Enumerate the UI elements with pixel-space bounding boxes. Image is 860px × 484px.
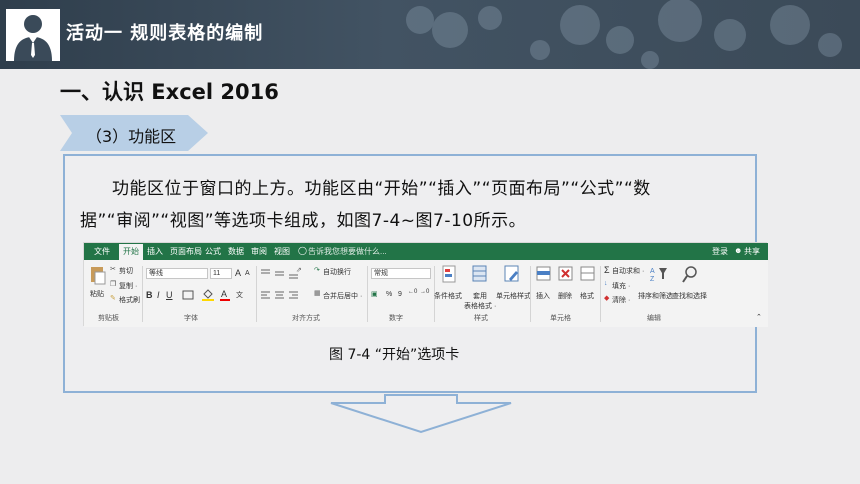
fill-color-icon: [202, 289, 214, 301]
ribbon-tab-bar: 文件 开始 插入 页面布局 公式 数据 审阅 视图 ◯ 告诉我您想要做什么...…: [84, 243, 768, 261]
world-map-decoration: [406, 0, 842, 69]
conditional-format-icon: [442, 265, 456, 283]
format-cells-icon: [580, 266, 595, 281]
ribbon-share: 共享: [744, 247, 760, 256]
merge-label: 合并后居中 ·: [323, 293, 363, 300]
merge-icon: ▦: [314, 290, 321, 297]
format-cells-label: 格式: [580, 293, 594, 300]
ribbon-tab-file: 文件: [94, 247, 110, 256]
format-table-label-2: 表格格式 ·: [464, 303, 497, 310]
ribbon-login: 登录: [712, 247, 728, 256]
borders-icon: [182, 290, 194, 300]
wrap-text-icon: ↷: [314, 267, 320, 274]
cell-styles-label: 单元格样式: [496, 293, 531, 300]
separator: [367, 266, 368, 322]
format-painter-icon: ✎: [110, 295, 116, 302]
ribbon-tab-insert: 插入: [147, 247, 163, 256]
sort-filter-label: 排序和筛选: [638, 293, 673, 300]
increase-decimal-icon: ←0: [408, 289, 418, 295]
conditional-format-label: 条件格式: [434, 293, 462, 300]
svg-text:Z: Z: [650, 276, 655, 283]
collapse-ribbon-icon: ⌃: [756, 314, 762, 321]
excel-ribbon-image: 文件 开始 插入 页面布局 公式 数据 审阅 视图 ◯ 告诉我您想要做什么...…: [83, 242, 768, 327]
orientation-icon: ⇗: [296, 267, 302, 274]
top-align-icons: [261, 269, 298, 279]
find-select-label: 查找和选择: [672, 293, 707, 300]
ribbon-tab-view: 视图: [274, 247, 290, 256]
paste-label: 粘贴: [90, 291, 104, 298]
section-title: 一、认识 Excel 2016: [60, 80, 279, 104]
comma-button: 9: [398, 291, 402, 298]
svg-text:A: A: [221, 289, 227, 299]
insert-cells-icon: [536, 266, 551, 281]
ribbon-body: 粘贴 ✂ 剪切 ❐ 复制 · ✎ 格式刷 剪贴板 等线 11 A A B I U…: [84, 260, 768, 327]
ribbon-tab-home: 开始: [119, 244, 143, 261]
insert-cells-label: 插入: [536, 293, 550, 300]
format-table-label: 套用: [473, 293, 487, 300]
clear-label: 清除 ·: [612, 297, 631, 304]
group-font: 字体: [184, 315, 198, 322]
user-avatar-icon: [6, 9, 60, 61]
scissors-icon: ✂: [110, 266, 116, 273]
separator: [256, 266, 257, 322]
shrink-font-button: A: [245, 270, 250, 277]
group-cells: 单元格: [550, 315, 571, 322]
italic-button: I: [157, 290, 160, 300]
paragraph-line-1: 功能区位于窗口的上方。功能区由“开始”“插入”“页面布局”“公式”“数: [112, 179, 651, 199]
bold-button: B: [146, 290, 153, 300]
group-editing: 编辑: [647, 315, 661, 322]
fill-icon: ↓: [604, 280, 608, 287]
phonetic-icon: 文: [236, 292, 243, 299]
cut-label: 剪切: [119, 268, 133, 275]
currency-icon: ▣: [371, 291, 378, 298]
format-table-icon: [472, 265, 487, 282]
sort-filter-icon: AZ: [650, 268, 667, 283]
font-size-field: 11: [210, 268, 232, 279]
horizontal-align-icons: [261, 291, 298, 299]
group-clipboard: 剪贴板: [98, 315, 119, 322]
copy-label: 复制 ·: [119, 283, 138, 290]
paragraph-line-2: 据”“审阅”“视图”等选项卡组成，如图7-4~图7-10所示。: [80, 211, 527, 231]
figure-caption: 图 7-4 “开始”选项卡: [329, 347, 460, 363]
group-number: 数字: [389, 315, 403, 322]
ribbon-tab-formulas: 公式: [205, 247, 221, 256]
slide: 活动一 规则表格的编制 一、认识 Excel 2016 （3）功能区 功能区位于…: [0, 0, 860, 484]
person-icon: ☻: [734, 246, 743, 255]
cell-styles-icon: [504, 265, 519, 282]
header-bar: 活动一 规则表格的编制: [0, 0, 860, 69]
paste-icon: [91, 267, 106, 285]
clear-icon: ◆: [604, 295, 610, 302]
header-title: 活动一 规则表格的编制: [66, 23, 264, 44]
autosum-icon: Σ: [604, 265, 610, 275]
down-arrow-shape: [330, 394, 512, 434]
tag-label: （3）功能区: [86, 127, 177, 146]
underline-button: U: [166, 290, 173, 300]
grow-font-button: A: [235, 268, 242, 278]
percent-button: %: [386, 291, 393, 298]
ribbon-tab-page-layout: 页面布局: [170, 247, 202, 256]
delete-cells-label: 删除: [558, 293, 572, 300]
ribbon-tell-me: 告诉我您想要做什么...: [308, 247, 387, 256]
autosum-label: 自动求和 ·: [612, 268, 645, 275]
font-color-icon: A: [220, 289, 230, 301]
copy-icon: ❐: [110, 281, 117, 288]
wrap-text-label: 自动换行: [323, 269, 351, 276]
number-format-field: 常规: [371, 268, 431, 279]
ribbon-tab-review: 审阅: [251, 247, 267, 256]
format-painter-label: 格式刷: [119, 297, 140, 304]
font-name-field: 等线: [146, 268, 208, 279]
find-select-icon: [682, 266, 697, 283]
ribbon-tab-data: 数据: [228, 247, 244, 256]
fill-label: 填充 ·: [612, 283, 631, 290]
group-styles: 样式: [474, 315, 488, 322]
lightbulb-icon: ◯: [298, 246, 307, 255]
separator: [530, 266, 531, 322]
svg-text:A: A: [650, 268, 655, 275]
delete-cells-icon: [558, 266, 573, 281]
decrease-decimal-icon: →0: [420, 289, 430, 295]
separator: [142, 266, 143, 322]
group-alignment: 对齐方式: [292, 315, 320, 322]
separator: [600, 266, 601, 322]
